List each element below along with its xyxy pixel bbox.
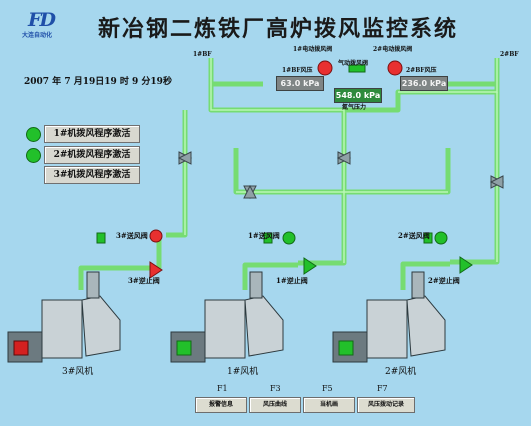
nitrogen-pressure-display: 548.0 kPa [334,88,382,103]
nitrogen-pressure-label: 氮气压力 [342,104,367,111]
fan-units [7,271,446,363]
pressure-curve-button[interactable]: 风压曲线 [249,397,301,413]
current-screen-button[interactable]: 当机画 [303,397,355,413]
bf2-pressure-display: 236.0 kPa [400,76,448,91]
fan-3-stop-label: 3#逆止阀 [128,276,160,285]
pressure-record-button[interactable]: 风压拨动记录 [357,397,415,413]
f3-key-label: F3 [270,384,281,393]
valve-2-label: 2#电动拨风阀 [373,46,413,53]
fan-1-stop-label: 1#逆止阀 [276,276,308,285]
f5-key-label: F5 [322,384,333,393]
bf2-pressure-label: 2#BF风压 [406,67,437,74]
fan-1-motor-status [176,340,192,356]
fan-2-vent-label: 2#送风阀 [398,231,430,240]
fan-3-label: 3#风机 [62,367,94,377]
fan-3-vent-label: 3#送风阀 [116,231,148,240]
f7-key-label: F7 [377,384,388,393]
bf1-header-label: 1#BF [193,51,212,58]
valve-1-label: 1#电动拨风阀 [293,46,333,53]
fan-1-vent-label: 1#送风阀 [248,231,280,240]
f1-key-label: F1 [217,384,228,393]
pipe-network [78,58,500,290]
bf2-header-label: 2#BF [500,51,519,58]
fan-2-motor-status [338,340,354,356]
gas-valve-label: 气动拨风阀 [338,60,369,67]
alarm-info-button[interactable]: 报警信息 [195,397,247,413]
fan-1-label: 1#风机 [227,367,259,377]
fan-2-label: 2#风机 [385,367,417,377]
bf1-pressure-display: 63.0 kPa [276,76,324,91]
fan-2-stop-label: 2#逆止阀 [428,276,460,285]
fan-3-motor-status [13,340,29,356]
bf1-pressure-label: 1#BF风压 [282,67,313,74]
scada-screen: FD 大连自动化 新冶钢二炼铁厂高炉拨风监控系统 2007 年 7 月19日19… [0,0,531,426]
process-diagram [7,58,505,363]
